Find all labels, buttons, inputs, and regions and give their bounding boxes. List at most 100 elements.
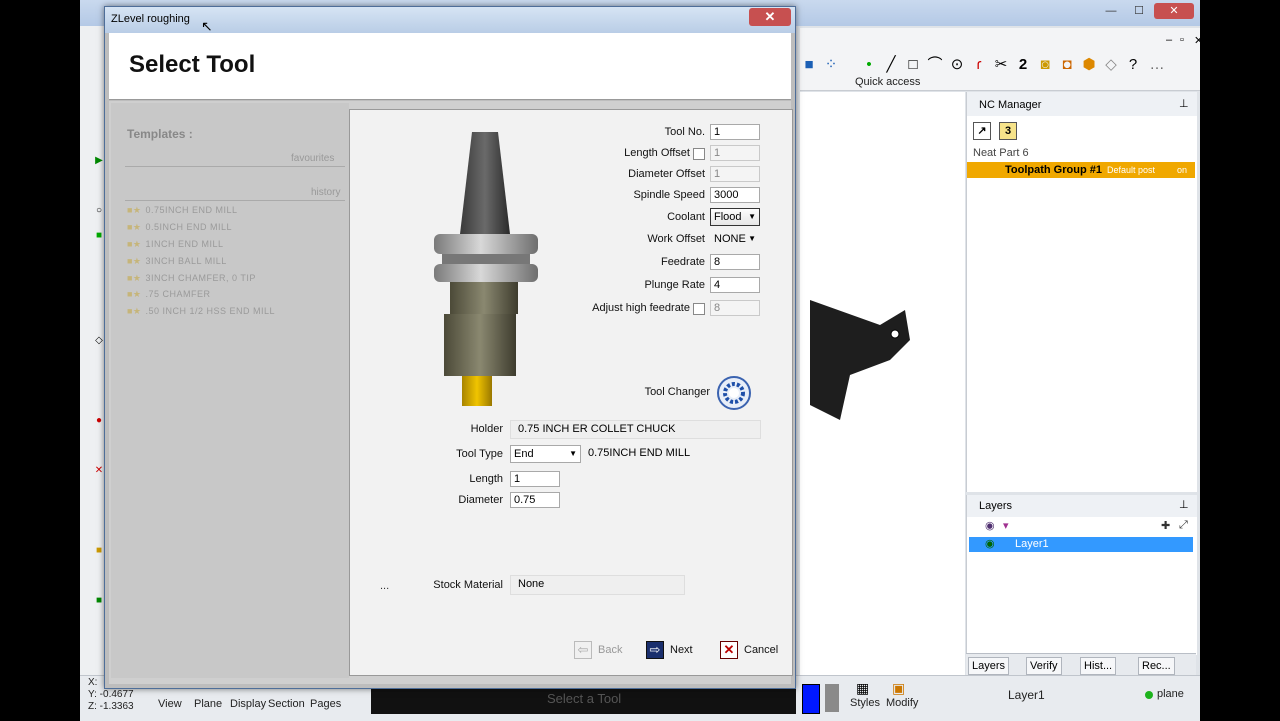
snap-icon[interactable]: ◙ <box>1036 56 1054 74</box>
template-item[interactable]: ■★ 0.75INCH END MILL <box>127 205 238 216</box>
visibility-icon[interactable]: ◉ <box>985 519 995 532</box>
coolant-select[interactable]: Flood ▼ <box>710 208 760 226</box>
help-icon[interactable]: ? <box>1124 56 1142 74</box>
stock-material-value[interactable]: None <box>510 575 685 595</box>
arc-icon[interactable]: ⌒ <box>926 56 944 74</box>
gear-icon[interactable]: ◘ <box>1058 56 1076 74</box>
tool-icon[interactable]: ○ <box>94 206 104 216</box>
tool-holder-illustration <box>434 132 538 406</box>
menu-display[interactable]: Display <box>230 698 266 710</box>
tab-recent[interactable]: Rec... <box>1138 657 1175 675</box>
divider <box>125 166 345 167</box>
tool-icon[interactable]: ■ <box>94 596 104 606</box>
plunge-rate-input[interactable] <box>710 277 760 293</box>
diameter-label: Diameter <box>458 494 503 506</box>
nc-tool-badge[interactable]: 3 <box>999 122 1017 140</box>
template-item[interactable]: ■★ 1INCH END MILL <box>127 239 224 250</box>
dialog-header: Select Tool <box>109 33 791 100</box>
solid-icon[interactable]: ⬢ <box>1080 56 1098 74</box>
template-label: 1INCH END MILL <box>145 239 224 249</box>
length-offset-checkbox[interactable] <box>693 148 705 160</box>
menu-pages[interactable]: Pages <box>310 698 341 710</box>
styles-icon[interactable]: ▦ <box>856 680 869 697</box>
template-icon: ■★ <box>127 289 142 299</box>
length-offset-input[interactable] <box>710 145 760 161</box>
rectangle-icon[interactable]: □ <box>904 56 922 74</box>
tab-layers[interactable]: Layers <box>968 657 1010 675</box>
pin-icon[interactable]: ⊥ <box>1179 97 1189 110</box>
length-input[interactable] <box>510 471 560 487</box>
maximize-icon[interactable]: ☐ <box>1126 3 1152 19</box>
tool-icon[interactable]: ✕ <box>94 466 104 476</box>
tool-icon[interactable]: ■ <box>94 546 104 556</box>
on-label: on <box>1177 165 1188 175</box>
diameter-offset-input[interactable] <box>710 166 760 182</box>
tool-icon[interactable]: ● <box>94 416 104 426</box>
tool-icon[interactable]: ■ <box>94 231 104 241</box>
minimize-icon[interactable]: — <box>1098 3 1124 19</box>
adjust-high-feedrate-input[interactable] <box>710 300 760 316</box>
holder-value[interactable]: 0.75 INCH ER COLLET CHUCK <box>510 420 761 439</box>
more-icon[interactable]: … <box>1148 56 1166 74</box>
back-button[interactable]: ⇦ Back <box>574 641 634 661</box>
dialog-title: ZLevel roughing <box>111 13 190 25</box>
tab-verify[interactable]: Verify <box>1026 657 1062 675</box>
lock-icon[interactable]: ▾ <box>1003 519 1009 532</box>
eye-icon[interactable]: ◉ <box>985 537 995 550</box>
nc-select-icon[interactable]: ↗ <box>973 122 991 140</box>
point-icon[interactable]: • <box>860 56 878 74</box>
template-item[interactable]: ■★ .50 INCH 1/2 HSS END MILL <box>127 306 275 317</box>
expand-icon[interactable]: ⤢ <box>1179 519 1188 532</box>
feedrate-input[interactable] <box>710 254 760 270</box>
app-close-icon[interactable]: ✕ <box>1154 3 1194 19</box>
adjust-high-feedrate-checkbox[interactable] <box>693 303 705 315</box>
spindle-speed-input[interactable] <box>710 187 760 203</box>
panel-minimize-icon[interactable]: – <box>1166 34 1172 46</box>
line-icon[interactable]: ╱ <box>882 56 900 74</box>
color-swatch[interactable] <box>802 684 820 714</box>
toolbar-icon[interactable]: ⁘ <box>822 56 840 74</box>
styles-label[interactable]: Styles <box>850 697 880 709</box>
template-item[interactable]: ■★ 0.5INCH END MILL <box>127 222 232 233</box>
tab-history[interactable]: Hist... <box>1080 657 1117 675</box>
tool-no-input[interactable] <box>710 124 760 140</box>
tool-icon[interactable]: ▶ <box>94 156 104 166</box>
panel-close-icon[interactable]: ✕ <box>1194 34 1203 47</box>
more-options-button[interactable]: ... <box>380 580 389 592</box>
trim-icon[interactable]: ✂ <box>992 56 1010 74</box>
toolbar-icon[interactable]: ■ <box>800 56 818 74</box>
status-dot-icon <box>1145 691 1153 699</box>
next-button[interactable]: ⇨ Next <box>646 641 706 661</box>
modify-icon[interactable]: ▣ <box>892 680 905 697</box>
grey-swatch[interactable] <box>825 684 839 712</box>
modify-label[interactable]: Modify <box>886 697 918 709</box>
surface-icon[interactable]: ◇ <box>1102 56 1120 74</box>
dimension-icon[interactable]: 2 <box>1014 56 1032 74</box>
plane-label[interactable]: plane <box>1157 688 1184 700</box>
menu-view[interactable]: View <box>158 698 182 710</box>
toolpath-group-label: Toolpath Group #1 <box>1005 164 1102 176</box>
menu-section[interactable]: Section <box>268 698 305 710</box>
work-offset-value: NONE <box>714 233 746 245</box>
tool-changer-icon[interactable] <box>716 375 752 411</box>
diameter-input[interactable] <box>510 492 560 508</box>
tool-icon[interactable]: ◇ <box>94 336 104 346</box>
cancel-button[interactable]: ✕ Cancel <box>720 641 786 661</box>
template-item[interactable]: ■★ 3INCH CHAMFER, 0 TIP <box>127 273 256 284</box>
template-item[interactable]: ■★ 3INCH BALL MILL <box>127 256 227 267</box>
layer-row[interactable]: ◉ Layer1 <box>969 537 1193 552</box>
dialog-close-button[interactable]: ✕ <box>749 8 791 26</box>
circle-icon[interactable]: ⊙ <box>948 56 966 74</box>
template-item[interactable]: ■★ .75 CHAMFER <box>127 289 211 300</box>
current-layer[interactable]: Layer1 <box>1008 688 1045 702</box>
tool-type-select[interactable]: End ▼ <box>510 445 581 463</box>
add-layer-icon[interactable]: ✚ <box>1161 519 1170 532</box>
work-offset-select[interactable]: NONE ▼ <box>710 230 760 248</box>
nc-part-name[interactable]: Neat Part 6 <box>973 147 1029 159</box>
toolpath-group-row[interactable]: Toolpath Group #1 Default post on <box>967 162 1195 178</box>
pin-icon[interactable]: ⊥ <box>1179 498 1189 511</box>
curve-icon[interactable]: ɾ <box>970 56 988 74</box>
spindle-speed-label: Spindle Speed <box>633 189 705 201</box>
menu-plane[interactable]: Plane <box>194 698 222 710</box>
panel-restore-icon[interactable]: ▫ <box>1180 34 1184 46</box>
